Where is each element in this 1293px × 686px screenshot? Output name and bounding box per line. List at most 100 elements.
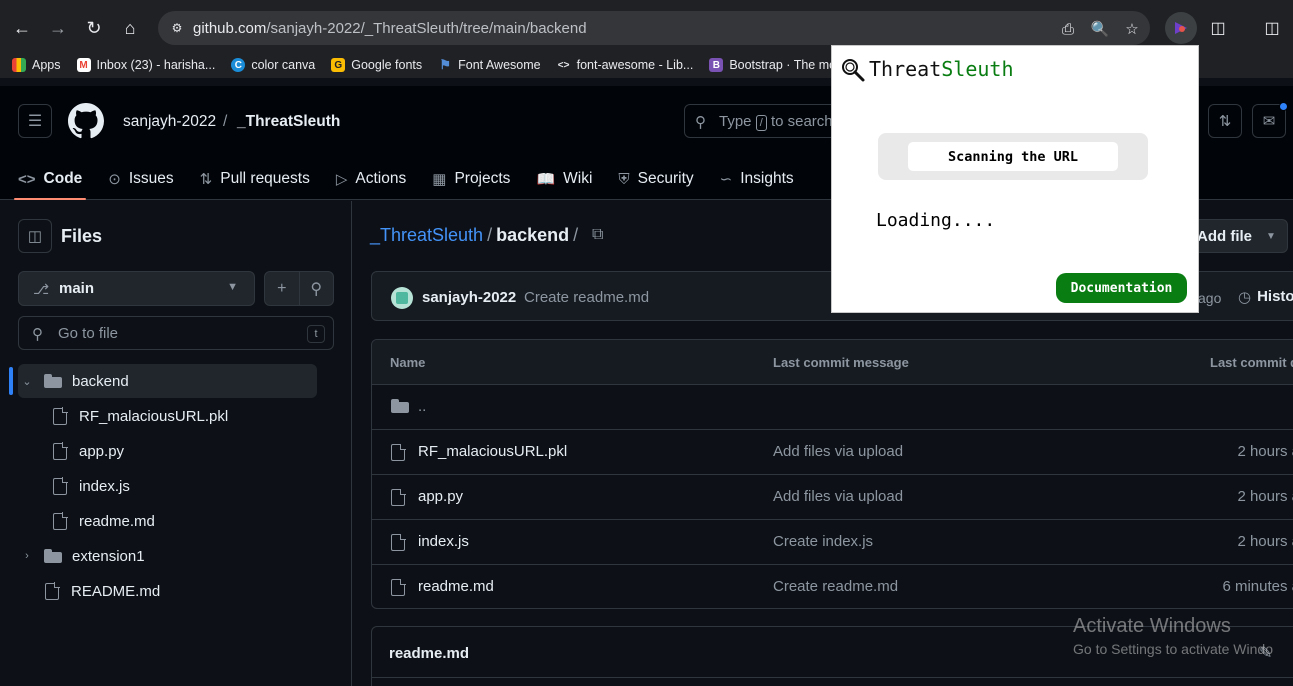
table-row[interactable]: RF_malaciousURL.pkl Add files via upload… bbox=[372, 430, 1293, 475]
repo-owner-link[interactable]: sanjayh-2022 bbox=[123, 113, 216, 131]
readme-title: readme.md bbox=[389, 645, 470, 662]
tab-wiki[interactable]: 📖 Wiki bbox=[528, 158, 600, 200]
column-header-message: Last commit message bbox=[773, 355, 909, 370]
commit-message[interactable]: Create readme.md bbox=[524, 289, 649, 306]
shield-icon: ⛨ bbox=[618, 170, 630, 188]
breadcrumb-current: backend bbox=[496, 225, 570, 245]
file-name-link[interactable]: app.py bbox=[418, 488, 463, 505]
tab-projects[interactable]: ▦ Projects bbox=[424, 158, 518, 200]
bookmark-item[interactable]: Ccolor canva bbox=[231, 58, 315, 72]
tab-label: Insights bbox=[740, 170, 794, 187]
table-row[interactable]: app.py Add files via upload 2 hours a bbox=[372, 475, 1293, 520]
file-name-link[interactable]: index.js bbox=[418, 533, 469, 550]
site-info-icon[interactable]: ⚙ bbox=[168, 19, 186, 37]
home-icon[interactable]: ⌂ bbox=[116, 14, 144, 42]
threatsleuth-extension-icon[interactable] bbox=[1165, 12, 1197, 44]
tree-folder-extension1[interactable]: › extension1 bbox=[20, 539, 144, 573]
file-name-link[interactable]: RF_malaciousURL.pkl bbox=[418, 443, 567, 460]
tree-file[interactable]: index.js bbox=[53, 469, 130, 503]
tab-issues[interactable]: ⊙ Issues bbox=[100, 158, 181, 200]
divider bbox=[372, 677, 1293, 678]
bookmark-item[interactable]: G Google fonts bbox=[331, 58, 422, 72]
chevron-right-icon: › bbox=[25, 550, 29, 562]
back-arrow-icon[interactable]: ← bbox=[8, 14, 36, 42]
canva-icon: C bbox=[231, 58, 246, 72]
url-path: /sanjayh-2022/_ThreatSleuth/tree/main/ba… bbox=[266, 20, 587, 37]
bookmark-item[interactable]: <> font-awesome - Lib... bbox=[557, 58, 694, 72]
file-icon bbox=[391, 488, 417, 506]
search-placeholder-text: to search bbox=[770, 113, 833, 130]
tab-security[interactable]: ⛨ Security bbox=[610, 158, 701, 200]
folder-icon bbox=[44, 549, 62, 563]
commit-author[interactable]: sanjayh-2022 bbox=[422, 289, 516, 306]
tree-file[interactable]: readme.md bbox=[53, 504, 155, 538]
tree-folder-backend[interactable]: ⌄ backend bbox=[18, 364, 317, 398]
bookmark-label: font-awesome - Lib... bbox=[576, 58, 694, 72]
avatar[interactable] bbox=[391, 287, 413, 309]
collapse-sidebar-icon[interactable]: ◫ bbox=[18, 219, 52, 253]
graph-icon: ∽ bbox=[719, 171, 733, 188]
branch-selector[interactable]: ⎇ main ▼ bbox=[18, 271, 255, 306]
history-link[interactable]: ◷ Histor bbox=[1238, 288, 1293, 306]
inbox-icon[interactable]: ✉ bbox=[1252, 102, 1288, 138]
address-url[interactable]: github.com/sanjayh-2022/_ThreatSleuth/tr… bbox=[193, 20, 587, 37]
scan-status-pill: Scanning the URL bbox=[908, 142, 1118, 171]
copy-path-icon[interactable]: ⧉ bbox=[592, 226, 610, 244]
table-row-parent[interactable]: .. bbox=[372, 385, 1293, 430]
add-file-plus-icon[interactable]: + bbox=[265, 272, 299, 305]
bookmark-item[interactable]: ⚑ Font Awesome bbox=[438, 57, 540, 72]
github-logo-icon[interactable] bbox=[68, 103, 104, 139]
tree-item-label: README.md bbox=[71, 582, 161, 600]
table-row[interactable]: index.js Create index.js 2 hours a bbox=[372, 520, 1293, 565]
tab-label: Code bbox=[43, 170, 83, 187]
search-shortcut-key: / bbox=[755, 115, 767, 131]
search-icon: ⚲ bbox=[32, 326, 43, 343]
files-heading: Files bbox=[61, 226, 103, 246]
go-to-file-input[interactable]: ⚲ Go to file t bbox=[18, 316, 334, 350]
documentation-button[interactable]: Documentation bbox=[1056, 273, 1187, 303]
tab-actions[interactable]: ▷ Actions bbox=[328, 158, 414, 200]
tree-file[interactable]: README.md bbox=[45, 574, 160, 608]
reload-icon[interactable]: ↻ bbox=[80, 14, 108, 42]
windows-activation-hint: Go to Settings to activate Windo bbox=[1073, 641, 1273, 657]
commit-date: 2 hours a bbox=[1237, 443, 1293, 460]
tree-item-label: readme.md bbox=[79, 512, 155, 530]
windows-activation-watermark: Activate Windows bbox=[1073, 615, 1231, 637]
file-table: Name Last commit message Last commit d .… bbox=[371, 339, 1293, 609]
parent-dir-link[interactable]: .. bbox=[418, 398, 426, 415]
gmail-icon: M bbox=[76, 58, 91, 72]
side-panel-icon[interactable]: ◫ bbox=[1256, 12, 1288, 44]
commit-message-link[interactable]: Create index.js bbox=[773, 533, 873, 550]
forward-arrow-icon[interactable]: → bbox=[44, 14, 72, 42]
tree-file[interactable]: app.py bbox=[53, 434, 124, 468]
breadcrumb-repo-link[interactable]: _ThreatSleuth bbox=[370, 225, 483, 245]
pull-requests-icon[interactable]: ⇅ bbox=[1208, 104, 1242, 138]
tab-insights[interactable]: ∽ Insights bbox=[712, 158, 802, 200]
tab-code[interactable]: <> Code bbox=[10, 158, 90, 200]
caret-down-icon: ▼ bbox=[227, 281, 238, 293]
add-file-button[interactable]: Add file ▼ bbox=[1188, 219, 1288, 253]
table-row[interactable]: readme.md Create readme.md 6 minutes a bbox=[372, 565, 1293, 608]
extensions-puzzle-icon[interactable]: ◫ bbox=[1202, 12, 1234, 44]
commit-message-link[interactable]: Create readme.md bbox=[773, 578, 898, 595]
install-app-icon[interactable]: ⎙ bbox=[1058, 19, 1078, 39]
tab-pull-requests[interactable]: ⇅ Pull requests bbox=[192, 158, 318, 200]
repo-name-link[interactable]: _ThreatSleuth bbox=[237, 113, 340, 131]
search-input[interactable]: ⚲ Type / to search bbox=[684, 104, 844, 138]
bookmark-item[interactable]: Apps bbox=[12, 58, 61, 72]
address-bar[interactable]: ⚙ github.com/sanjayh-2022/_ThreatSleuth/… bbox=[158, 11, 1150, 45]
go-to-file-placeholder: Go to file bbox=[58, 325, 119, 342]
file-name-link[interactable]: readme.md bbox=[418, 578, 494, 595]
commit-message-link[interactable]: Add files via upload bbox=[773, 443, 903, 460]
folder-icon bbox=[44, 374, 62, 388]
code-brackets-icon: <> bbox=[557, 59, 570, 71]
tree-file[interactable]: RF_malaciousURL.pkl bbox=[53, 399, 228, 433]
url-host: github.com bbox=[193, 20, 267, 37]
bookmark-star-icon[interactable]: ☆ bbox=[1122, 19, 1142, 39]
hamburger-menu-icon[interactable]: ☰ bbox=[18, 104, 52, 138]
repo-tabs: <> Code ⊙ Issues ⇅ Pull requests ▷ Actions ▦… bbox=[0, 158, 802, 200]
bookmark-item[interactable]: M Inbox (23) - harisha... bbox=[76, 58, 215, 72]
search-files-icon[interactable]: ⚲ bbox=[298, 272, 334, 305]
zoom-icon[interactable]: 🔍 bbox=[1090, 19, 1110, 39]
commit-message-link[interactable]: Add files via upload bbox=[773, 488, 903, 505]
